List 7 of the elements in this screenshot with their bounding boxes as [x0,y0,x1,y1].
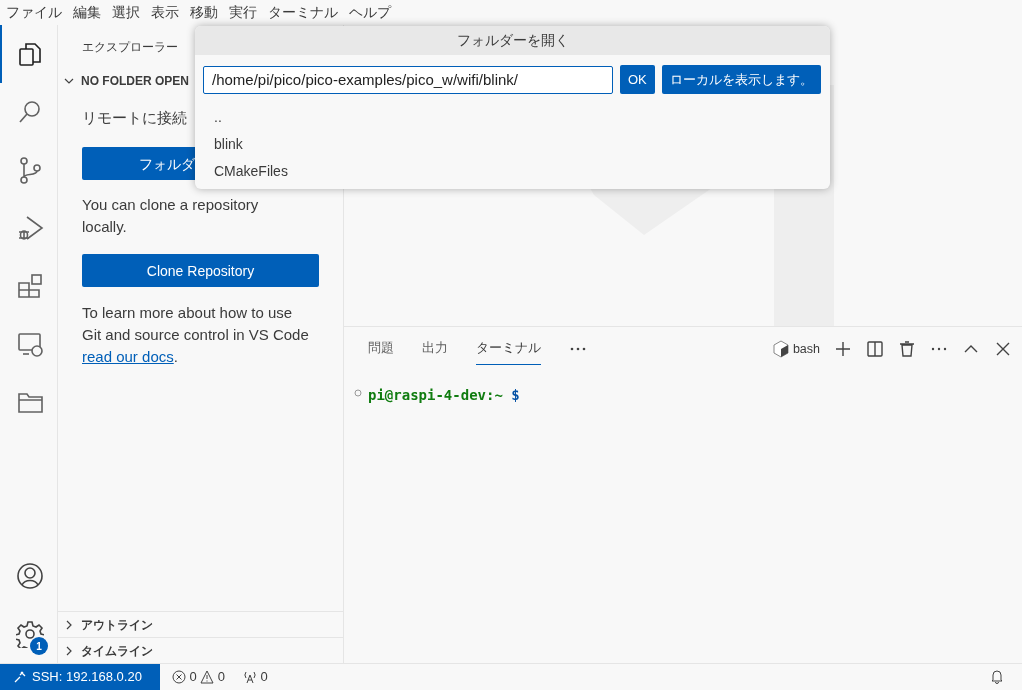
terminal-prompt: pi@raspi-4-dev:~ $ [368,386,520,405]
notification-badge: 1 [30,637,48,655]
dialog-title: フォルダーを開く [195,26,830,55]
remote-connect-text: リモートに接続 [82,108,187,128]
learn-more-text: To learn more about how to use Git and source control in VS Code read our docs. [82,303,310,367]
sidebar-title: エクスプローラー [81,39,179,56]
clone-text: You can clone a repository locally. [82,195,260,237]
